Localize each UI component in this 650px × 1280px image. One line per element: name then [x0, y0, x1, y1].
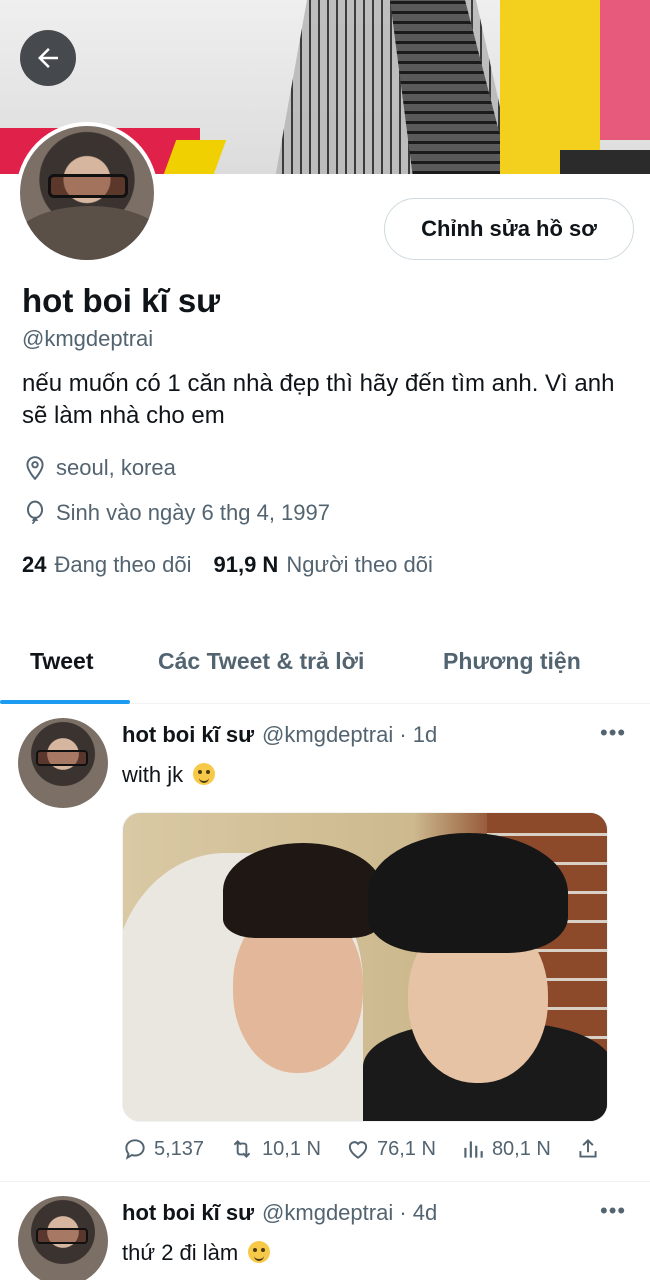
retweet-icon: [233, 1140, 251, 1158]
avatar-detail: [20, 206, 154, 260]
tweet-header: hot boi kĩ sư @kmgdeptrai · 4d: [122, 1200, 437, 1226]
tweet-text: thứ 2 đi làm: [122, 1240, 271, 1266]
followers-count[interactable]: 91,9 N: [213, 552, 278, 578]
reply-count: 5,137: [154, 1137, 205, 1160]
like-button[interactable]: 76,1 N: [345, 1136, 436, 1162]
tweet-actions: 5,137 10,1 N 76,1 N 80,1 N: [122, 1136, 597, 1162]
profile-bio: nếu muốn có 1 căn nhà đẹp thì hãy đến tì…: [22, 370, 615, 429]
location-pin-icon: [26, 456, 44, 481]
zany-face-emoji-icon: [193, 763, 216, 785]
avatar-detail: [36, 750, 88, 766]
photo-detail: [368, 833, 568, 953]
tweet-avatar[interactable]: [18, 718, 108, 808]
avatar-detail: [36, 1228, 88, 1244]
following-label[interactable]: Đang theo dõi: [54, 552, 191, 578]
tweet-meta: @kmgdeptrai · 4d: [262, 1200, 438, 1225]
tweet-meta: @kmgdeptrai · 1d: [262, 722, 438, 747]
tweet-text-content: with jk: [122, 762, 184, 787]
following-count[interactable]: 24: [22, 552, 46, 578]
follow-stats: 24 Đang theo dõi 91,9 N Người theo dõi: [22, 552, 433, 578]
share-button[interactable]: [575, 1136, 607, 1162]
tweet-header: hot boi kĩ sư @kmgdeptrai · 1d: [122, 722, 437, 748]
more-options-icon[interactable]: •••: [600, 720, 626, 746]
banner-decor: [500, 0, 600, 174]
views-chart-icon: [464, 1141, 483, 1158]
profile-location: seoul, korea: [22, 455, 176, 481]
tweet-author-name[interactable]: hot boi kĩ sư: [122, 1200, 254, 1226]
tweet-text-content: thứ 2 đi làm: [122, 1240, 239, 1265]
profile-avatar[interactable]: [16, 122, 158, 264]
arrow-left-icon: [38, 48, 58, 68]
avatar-detail: [48, 174, 128, 198]
balloon-icon: [26, 500, 44, 524]
profile-handle: @kmgdeptrai: [22, 326, 154, 351]
reply-button[interactable]: 5,137: [122, 1136, 204, 1162]
tweet[interactable]: hot boi kĩ sư @kmgdeptrai · 1d ••• with …: [0, 704, 650, 1182]
edit-profile-button[interactable]: Chỉnh sửa hồ sơ: [384, 198, 634, 260]
location-text: seoul, korea: [56, 455, 176, 480]
tweet-avatar[interactable]: [18, 1196, 108, 1280]
tweet-text: with jk: [122, 762, 216, 788]
retweet-button[interactable]: 10,1 N: [228, 1136, 321, 1162]
tweet-media-photo[interactable]: [122, 812, 608, 1122]
like-count: 76,1 N: [377, 1137, 436, 1160]
back-button[interactable]: [20, 30, 76, 86]
more-options-icon[interactable]: •••: [600, 1198, 626, 1224]
photo-detail: [223, 843, 383, 938]
profile-birthday: Sinh vào ngày 6 thg 4, 1997: [22, 500, 330, 526]
profile-page: Chỉnh sửa hồ sơ hot boi kĩ sư @kmgdeptra…: [0, 0, 650, 1280]
followers-label[interactable]: Người theo dõi: [286, 552, 433, 578]
tweet-author-name[interactable]: hot boi kĩ sư: [122, 722, 254, 748]
tab-media[interactable]: Phương tiện: [443, 648, 581, 675]
reply-icon: [125, 1139, 145, 1160]
birthday-text: Sinh vào ngày 6 thg 4, 1997: [56, 500, 330, 525]
banner-decor: [163, 140, 227, 174]
tweet[interactable]: hot boi kĩ sư @kmgdeptrai · 4d ••• thứ 2…: [0, 1182, 650, 1280]
tab-tweets[interactable]: Tweet: [30, 648, 93, 675]
tab-tweets-replies[interactable]: Các Tweet & trả lời: [158, 648, 364, 675]
views-button[interactable]: 80,1 N: [460, 1136, 551, 1162]
views-count: 80,1 N: [491, 1137, 551, 1160]
share-icon: [579, 1138, 597, 1158]
banner-decor: [560, 150, 650, 174]
retweet-count: 10,1 N: [262, 1137, 321, 1160]
heart-icon: [348, 1141, 368, 1159]
banner-decor: [600, 0, 650, 140]
profile-tabs: Tweet Các Tweet & trả lời Phương tiện: [0, 630, 650, 704]
weary-face-emoji-icon: [248, 1241, 271, 1263]
profile-display-name: hot boi kĩ sư: [22, 282, 221, 319]
